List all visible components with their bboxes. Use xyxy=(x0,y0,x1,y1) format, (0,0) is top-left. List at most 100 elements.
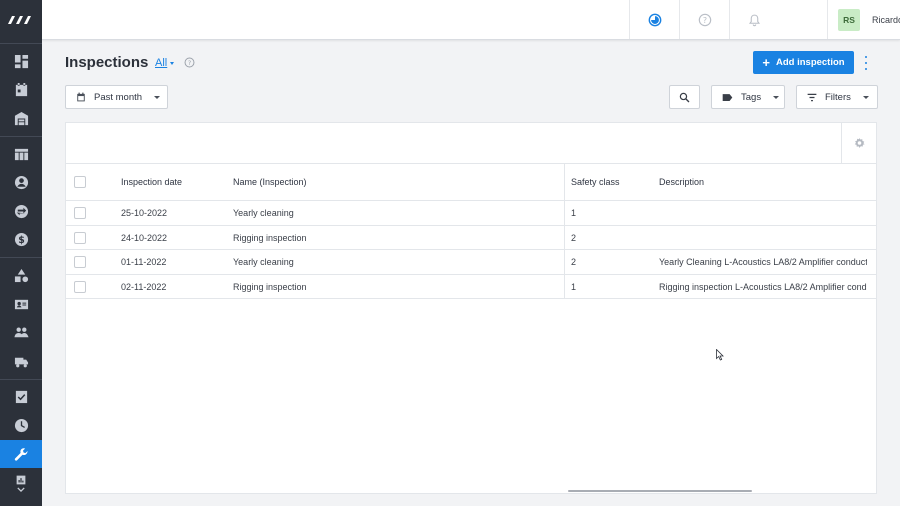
search-icon xyxy=(679,92,690,102)
filters-label: Filters xyxy=(825,91,851,103)
chevron-down-icon xyxy=(17,487,25,492)
id-card-icon xyxy=(14,299,28,309)
avatar: RS xyxy=(838,8,860,31)
help-button[interactable]: ? xyxy=(679,0,729,39)
truck-icon xyxy=(14,357,28,368)
nav-item-users[interactable] xyxy=(0,318,42,347)
table-icon xyxy=(14,148,28,160)
cell-inspection-date: 01-11-2022 xyxy=(121,257,167,267)
cell-inspection-date: 02-11-2022 xyxy=(121,281,167,292)
column-header-safety-class[interactable]: Safety class xyxy=(571,164,620,200)
caret-down-icon xyxy=(154,95,161,99)
row-checkbox[interactable] xyxy=(74,256,86,268)
table-toolbar xyxy=(66,123,876,164)
warehouse-icon xyxy=(14,111,28,126)
clipboard-check-icon xyxy=(15,391,27,404)
filter-icon xyxy=(807,93,817,101)
dashboard-icon xyxy=(14,54,28,68)
add-inspection-button[interactable]: + Add inspection xyxy=(753,51,854,74)
select-all-checkbox[interactable] xyxy=(74,176,86,188)
inspections-table-card: Inspection date Name (Inspection) Safety… xyxy=(65,122,877,494)
horizontal-scrollbar[interactable] xyxy=(568,490,752,492)
group-icon xyxy=(13,327,29,338)
svg-text:?: ? xyxy=(702,15,706,24)
cell-inspection-date: 25-10-2022 xyxy=(121,208,168,218)
view-filter-dropdown[interactable]: All xyxy=(155,57,167,69)
date-range-dropdown[interactable]: Past month xyxy=(65,85,168,109)
nav-item-transfers[interactable] xyxy=(0,197,42,226)
logo-icon xyxy=(8,16,31,24)
sync-status-button[interactable] xyxy=(629,0,679,39)
bell-icon xyxy=(748,14,761,26)
nav-item-maintenance[interactable] xyxy=(0,439,42,469)
nav-divider xyxy=(0,135,42,137)
cell-name: Yearly cleaning xyxy=(233,257,294,267)
gear-icon xyxy=(854,137,865,148)
search-button[interactable] xyxy=(669,85,700,109)
caret-down-icon xyxy=(862,95,869,99)
row-checkbox[interactable] xyxy=(74,280,86,293)
cell-name: Rigging inspection xyxy=(233,232,307,243)
table-row[interactable]: 25-10-2022 Yearly cleaning 1 xyxy=(66,201,877,226)
nav-item-vehicles[interactable] xyxy=(0,347,42,376)
nav-divider xyxy=(0,43,42,44)
table-row[interactable]: 01-11-2022 Yearly cleaning 2 Yearly Clea… xyxy=(66,250,877,275)
filters-dropdown[interactable]: Filters xyxy=(796,85,878,109)
caret-down-icon xyxy=(170,62,174,65)
nav-item-crew[interactable] xyxy=(0,290,42,319)
svg-text:$: $ xyxy=(18,235,25,246)
calendar-icon xyxy=(77,92,85,102)
cell-name: Rigging inspection xyxy=(233,281,307,292)
nav-item-calendar[interactable] xyxy=(0,76,42,105)
nav-item-reports[interactable] xyxy=(0,468,42,498)
cell-description xyxy=(659,226,867,249)
top-bar: ? RS Ricardo Singh xyxy=(42,0,900,40)
dollar-icon: $ xyxy=(14,233,28,247)
nav-item-contacts[interactable] xyxy=(0,168,42,197)
nav-item-tasks[interactable] xyxy=(0,383,42,412)
cell-safety-class: 1 xyxy=(571,208,577,218)
mouse-cursor-icon xyxy=(716,349,724,361)
clock-icon xyxy=(14,418,28,432)
cell-safety-class: 1 xyxy=(571,281,577,292)
caret-down-icon xyxy=(773,95,780,99)
cell-description xyxy=(659,201,867,225)
cell-safety-class: 2 xyxy=(571,232,577,243)
cell-inspection-date: 24-10-2022 xyxy=(121,232,168,243)
table-row[interactable]: 02-11-2022 Rigging inspection 1 Rigging … xyxy=(66,275,877,299)
column-header-inspection-date[interactable]: Inspection date xyxy=(121,164,182,200)
table-header-row: Inspection date Name (Inspection) Safety… xyxy=(66,164,877,201)
nav-divider xyxy=(0,378,42,380)
app-logo[interactable] xyxy=(0,0,42,40)
column-header-name[interactable]: Name (Inspection) xyxy=(233,164,307,200)
chart-icon xyxy=(16,475,26,485)
svg-text:?: ? xyxy=(188,60,191,67)
nav-item-finance[interactable]: $ xyxy=(0,226,42,255)
cell-description: Yearly Cleaning L-Acoustics LA8/2 Amplif… xyxy=(659,257,867,267)
nav-item-time[interactable] xyxy=(0,411,42,440)
nav-item-dashboard[interactable] xyxy=(0,47,42,76)
progress-icon xyxy=(648,13,661,26)
nav-item-planner[interactable] xyxy=(0,140,42,169)
user-menu[interactable]: RS Ricardo Singh xyxy=(827,0,900,39)
row-checkbox[interactable] xyxy=(74,231,86,244)
plus-icon: + xyxy=(762,55,770,70)
tag-icon xyxy=(722,93,733,101)
nav-item-inventory[interactable] xyxy=(0,261,42,290)
help-icon: ? xyxy=(698,13,711,26)
row-checkbox[interactable] xyxy=(74,207,86,219)
help-icon[interactable]: ? xyxy=(184,57,195,68)
tags-dropdown[interactable]: Tags xyxy=(711,85,785,109)
calendar-icon xyxy=(15,83,27,97)
cell-description: Rigging inspection L-Acoustics LA8/2 Amp… xyxy=(659,281,867,292)
table-row[interactable]: 24-10-2022 Rigging inspection 2 xyxy=(66,226,877,250)
column-header-description[interactable]: Description xyxy=(659,164,704,200)
nav-item-warehouse[interactable] xyxy=(0,104,42,133)
table-settings-button[interactable] xyxy=(841,123,876,163)
person-icon xyxy=(14,176,28,190)
date-range-label: Past month xyxy=(94,91,143,103)
cell-name: Yearly cleaning xyxy=(233,208,294,218)
more-options-icon[interactable] xyxy=(861,56,871,70)
shapes-icon xyxy=(14,268,28,283)
notifications-button[interactable] xyxy=(729,0,779,39)
